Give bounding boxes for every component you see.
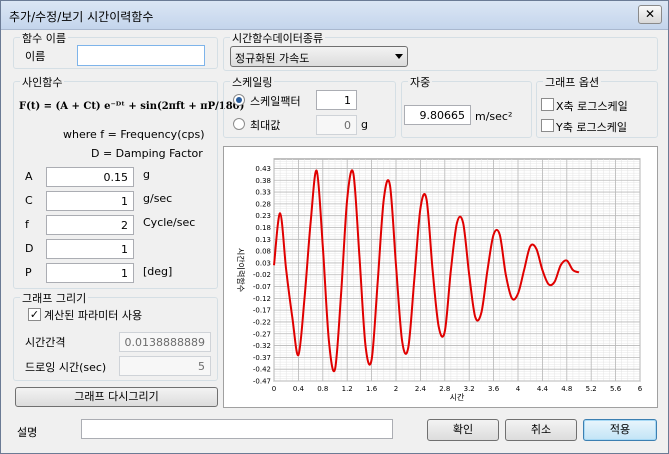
time-history-chart: 0 0.4 0.8 1.2 1.6 2 2.4 2.8 3.2 3.6 4 4.4 4.8 5.2 5.6 6… [223,146,658,408]
y-tick-label: -0.37 [253,354,271,362]
param-a-input[interactable]: 0.15 [46,167,134,187]
x-tick-label: 4.4 [537,385,549,393]
y-tick-label: -0.32 [253,342,271,350]
time-interval-input[interactable]: 0.0138888889 [119,332,211,352]
y-tick-label: 0.43 [255,165,271,173]
param-p-label: P [25,266,32,279]
cancel-button[interactable]: 취소 [505,419,577,441]
data-type-group-title: 시간함수데이터종류 [230,30,326,46]
use-calc-params-checkbox[interactable]: ✓ [28,308,41,321]
x-tick-label: 1.2 [342,385,353,393]
x-axis-label: 시간 [450,392,465,402]
x-tick-label: 2.4 [415,385,427,393]
y-log-label: Y축 로그스케일 [556,121,627,134]
gravity-group-title: 자중 [408,74,433,90]
description-input[interactable] [81,419,393,439]
y-tick-label: -0.07 [253,283,271,291]
y-tick-label: 0.23 [255,212,271,220]
scaling-group-title: 스케일링 [230,74,275,90]
sine-function-group-title: 사인함수 [20,74,65,90]
y-tick-label: -0.12 [253,295,271,303]
y-tick-label: 0.13 [255,236,271,244]
y-tick-label: -0.42 [253,366,271,374]
y-tick-label: 0.28 [255,200,271,208]
param-a-label: A [25,170,33,183]
param-a-unit: g [143,168,150,181]
dialog-window: 추가/수정/보기 시간이력함수 ✕ 함수 이름 이름 시간함수데이터종류 정규화… [0,0,669,454]
chevron-down-icon [395,54,403,59]
y-log-checkbox[interactable] [541,119,554,132]
param-d-label: D [25,242,34,255]
param-c-unit: g/sec [143,192,173,205]
y-tick-label: 0.03 [255,259,271,267]
sine-formula: F(t) = (A + Ct) e⁻ᴰᵗ + sin(2πft + πP/180… [19,101,245,112]
param-c-label: C [25,194,33,207]
description-label: 설명 [17,426,38,439]
y-axis-label: 시간이력함수 [236,248,246,292]
time-interval-label: 시간간격 [25,336,66,349]
x-tick-label: 3.6 [488,385,500,393]
x-tick-label: 4.8 [561,385,572,393]
x-tick-label: 0.4 [293,385,305,393]
sine-where-frequency: where f = Frequency(cps) [63,128,205,141]
x-tick-label: 5.6 [610,385,622,393]
max-value-unit: g [361,118,368,131]
gravity-input[interactable]: 9.80665 [404,105,471,125]
max-value-label: 최대값 [250,119,281,132]
y-tick-label: 0.33 [255,189,271,197]
scaling-group: 스케일링 [223,74,396,138]
drawing-time-label: 드로잉 시간(sec) [25,361,107,374]
name-input[interactable] [77,45,205,66]
drawing-time-input[interactable]: 5 [119,356,211,376]
x-tick-label: 1.6 [366,385,378,393]
param-f-unit: Cycle/sec [143,216,196,229]
param-d-input[interactable]: 1 [46,239,134,259]
x-tick-label: 2.8 [439,385,450,393]
gravity-unit: m/sec² [475,110,513,123]
y-tick-label: -0.17 [253,307,271,315]
redraw-graph-button[interactable]: 그래프 다시그리기 [15,387,218,407]
chart-svg: 0 0.4 0.8 1.2 1.6 2 2.4 2.8 3.2 3.6 4 4.4 4.8 5.2 5.6 6… [236,158,643,402]
x-tick-label: 6 [638,385,643,393]
y-tick-label: 0.18 [255,224,271,232]
x-tick-label: 4 [516,385,521,393]
param-f-label: f [25,218,29,231]
graph-options-group-title: 그래프 옵션 [543,74,602,90]
ok-button[interactable]: 확인 [427,419,499,441]
draw-graph-group-title: 그래프 그리기 [20,290,89,306]
y-tick-label: 0.38 [255,177,271,185]
y-tick-label: -0.47 [253,378,271,386]
scale-factor-input[interactable]: 1 [316,90,357,110]
y-tick-label: -0.27 [253,330,271,338]
x-tick-label: 5.2 [586,385,597,393]
y-tick-label: -0.02 [253,271,271,279]
y-tick-label: -0.22 [253,318,271,326]
x-log-checkbox[interactable] [541,98,554,111]
data-type-select-value: 정규화된 가속도 [235,52,310,65]
scale-factor-radio[interactable] [233,94,245,106]
max-value-input[interactable]: 0 [316,115,357,135]
window-title: 추가/수정/보기 시간이력함수 [9,10,154,24]
x-tick-label: 3.2 [464,385,475,393]
function-name-group-title: 함수 이름 [20,30,68,46]
max-value-radio[interactable] [233,118,245,130]
x-log-label: X축 로그스케일 [556,100,628,113]
data-type-select[interactable]: 정규화된 가속도 [230,46,408,67]
param-p-unit: [deg] [143,265,173,278]
name-label: 이름 [25,50,46,63]
param-p-input[interactable]: 1 [46,263,134,283]
title-bar: 추가/수정/보기 시간이력함수 ✕ [1,1,668,30]
sine-where-damping: D = Damping Factor [91,147,203,160]
param-c-input[interactable]: 1 [46,191,134,211]
y-tick-label: 0.08 [255,248,271,256]
x-tick-label: 2 [394,385,398,393]
scale-factor-label: 스케일팩터 [250,95,301,108]
param-f-input[interactable]: 2 [46,215,134,235]
use-calc-params-label: 계산된 파라미터 사용 [44,309,143,322]
x-tick-label: 0 [272,385,276,393]
close-button[interactable]: ✕ [638,5,662,24]
x-tick-label: 0.8 [317,385,328,393]
apply-button[interactable]: 적용 [583,419,657,441]
